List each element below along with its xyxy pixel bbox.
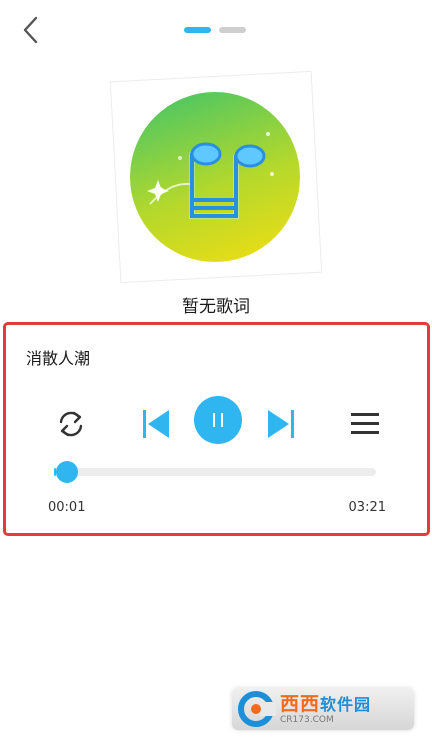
progress-bar[interactable] (54, 461, 376, 483)
watermark-brand: 西西 (280, 692, 321, 715)
next-button[interactable] (261, 403, 301, 445)
page-indicator (184, 27, 246, 33)
previous-button[interactable] (136, 403, 176, 445)
menu-icon (351, 413, 379, 434)
album-art (109, 70, 323, 284)
player-controls-panel: 消散人潮 00:01 03:21 (3, 322, 430, 536)
playlist-button[interactable] (344, 403, 386, 445)
song-title: 消散人潮 (26, 349, 91, 368)
music-note-icon (147, 132, 274, 219)
watermark-brand-suffix: 软件园 (320, 694, 372, 714)
lyrics-text: 暂无歌词 (182, 297, 250, 317)
page-dot-active[interactable] (184, 27, 211, 33)
time-total: 03:21 (348, 500, 386, 515)
pause-icon (213, 413, 223, 427)
repeat-icon (59, 411, 83, 437)
repeat-button[interactable] (50, 403, 92, 445)
back-button[interactable] (14, 12, 50, 48)
play-pause-button[interactable] (194, 396, 242, 444)
progress-knob[interactable] (55, 461, 78, 483)
album-disc (130, 92, 300, 262)
watermark-logo: 西西软件园 CR173.COM (232, 688, 414, 730)
skip-previous-icon (143, 410, 169, 438)
brand-logo-icon (238, 691, 276, 727)
page-dot[interactable] (219, 27, 246, 33)
chevron-left-icon (23, 16, 38, 44)
watermark-site: CR173.COM (280, 714, 334, 725)
skip-next-icon (268, 410, 294, 438)
time-current: 00:01 (48, 500, 86, 515)
